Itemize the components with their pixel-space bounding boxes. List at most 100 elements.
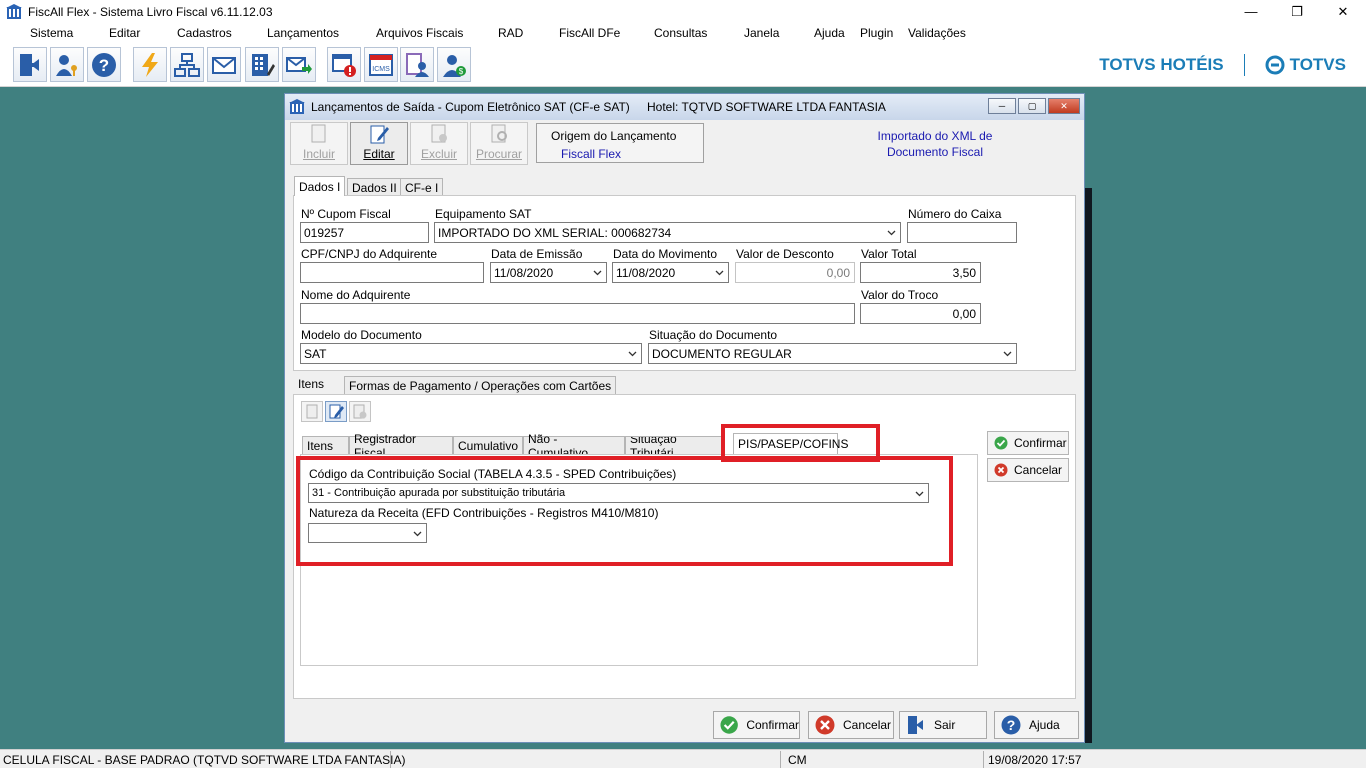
tab-itens-main[interactable]: Itens [294,374,329,394]
item-delete-button[interactable] [349,401,371,422]
procurar-button[interactable]: Procurar [470,122,528,165]
menu-janela[interactable]: Janela [744,26,779,40]
toolbar-mail-button[interactable] [207,47,241,82]
envelope-icon [212,56,236,74]
menu-bar: Sistema Editar Cadastros Lançamentos Arq… [0,23,1366,43]
menu-editar[interactable]: Editar [109,26,140,40]
close-icon[interactable]: ✕ [1320,0,1366,23]
cupom-input[interactable]: 019257 [300,222,429,243]
excluir-label: Excluir [420,147,457,161]
total-label: Valor Total [861,247,917,261]
network-icon [174,52,200,77]
item-delete-icon [353,404,367,419]
modelo-select[interactable]: SAT [300,343,642,364]
dialog-titlebar: Lançamentos de Saída - Cupom Eletrônico … [285,94,1084,120]
tab-item-situacao-tributaria[interactable]: Situação Tributári [625,436,724,454]
sair-button[interactable]: Sair [899,711,987,739]
toolbar-exit-button[interactable] [13,47,47,82]
dialog-maximize-icon[interactable]: ▢ [1018,98,1046,114]
toolbar-users-button[interactable] [50,47,84,82]
situacao-value: DOCUMENTO REGULAR [652,347,792,361]
movimento-label: Data do Movimento [613,247,718,261]
confirmar-button[interactable]: Confirmar [713,711,800,739]
toolbar-calculator-button[interactable] [245,47,279,82]
incluir-button[interactable]: Incluir [290,122,348,165]
nome-input[interactable] [300,303,855,324]
maximize-icon[interactable]: ❐ [1274,0,1320,23]
tab-item-cumulativo[interactable]: Cumulativo [453,436,523,454]
cupom-label: Nº Cupom Fiscal [301,207,391,221]
toolbar-icms-button[interactable]: ICMS [364,47,398,82]
confirmar-label: Confirmar [746,718,799,732]
toolbar-help-button[interactable]: ? [87,47,121,82]
side-confirmar-label: Confirmar [1014,436,1067,450]
toolbar-user-doc-button[interactable] [400,47,434,82]
troco-label: Valor do Troco [861,288,939,302]
cancel-icon [994,463,1008,477]
situacao-select[interactable]: DOCUMENTO REGULAR [648,343,1017,364]
toolbar-network-button[interactable] [170,47,204,82]
send-mail-icon [286,56,312,74]
menu-sistema[interactable]: Sistema [30,26,73,40]
toolbar-alert-window-button[interactable] [327,47,361,82]
item-new-button[interactable] [301,401,323,422]
minimize-icon[interactable]: — [1228,0,1274,23]
main-toolbar: ? ICMS $ TOTVS HOTÉIS TOTVS [0,43,1366,87]
movimento-datepicker[interactable]: 11/08/2020 [612,262,729,283]
svg-text:$: $ [459,67,464,76]
status-bar: CELULA FISCAL - BASE PADRAO (TQTVD SOFTW… [0,749,1366,768]
tab-cfe-i[interactable]: CF-e I [400,178,444,196]
side-cancelar-button[interactable]: Cancelar [987,458,1069,482]
editar-button[interactable]: Editar [350,122,408,165]
menu-rad[interactable]: RAD [498,26,523,40]
check-icon [994,436,1008,450]
toolbar-send-mail-button[interactable] [282,47,316,82]
total-input[interactable]: 3,50 [860,262,981,283]
desconto-input[interactable]: 0,00 [735,262,855,283]
menu-ajuda[interactable]: Ajuda [814,26,845,40]
new-document-icon [311,124,326,143]
tab-dados-ii[interactable]: Dados II [347,178,402,196]
cpf-input[interactable] [300,262,484,283]
troco-input[interactable]: 0,00 [860,303,981,324]
dialog-minimize-icon[interactable]: ─ [988,98,1016,114]
movimento-value: 11/08/2020 [616,266,676,280]
app-titlebar: FiscAll Flex - Sistema Livro Fiscal v6.1… [0,0,1366,23]
menu-lancamentos[interactable]: Lançamentos [267,26,339,40]
emissao-datepicker[interactable]: 11/08/2020 [490,262,607,283]
menu-fiscall-dfe[interactable]: FiscAll DFe [559,26,620,40]
toolbar-lightning-button[interactable] [133,47,167,82]
equip-select[interactable]: IMPORTADO DO XML SERIAL: 000682734 [434,222,901,243]
tab-item-itens[interactable]: Itens [302,436,349,454]
side-confirmar-button[interactable]: Confirmar [987,431,1069,455]
origem-value: Fiscall Flex [561,147,622,161]
tab-item-pis-pasep-cofins[interactable]: PIS/PASEP/COFINS [733,433,848,454]
dialog-title: Lançamentos de Saída - Cupom Eletrônico … [311,100,630,114]
tab-formas-pagamento[interactable]: Formas de Pagamento / Operações com Cart… [344,376,617,394]
tab-dados-i[interactable]: Dados I [294,176,346,196]
menu-cadastros[interactable]: Cadastros [177,26,232,40]
menu-consultas[interactable]: Consultas [654,26,707,40]
menu-arquivos-fiscais[interactable]: Arquivos Fiscais [376,26,463,40]
modelo-value: SAT [304,347,327,361]
dialog-close-icon[interactable]: ✕ [1048,98,1080,114]
tab-item-nao-cumulativo[interactable]: Não - Cumulativo [523,432,625,460]
cancelar-button[interactable]: Cancelar [808,711,894,739]
excluir-button[interactable]: Excluir [410,122,468,165]
dialog-building-icon [289,99,305,114]
window-alert-icon [332,53,356,77]
modelo-label: Modelo do Documento [301,328,422,342]
caixa-input[interactable] [907,222,1017,243]
menu-validacoes[interactable]: Validações [908,26,966,40]
exit-door-icon [20,53,39,76]
menu-plugin[interactable]: Plugin [860,26,893,40]
tab-item-registrador[interactable]: Registrador Fiscal [349,432,453,460]
procurar-label: Procurar [475,147,522,161]
edit-document-icon [370,125,389,144]
item-edit-button[interactable] [325,401,347,422]
search-document-icon [491,124,507,143]
totvs-circle-icon [1265,55,1285,75]
lightning-icon [142,52,158,77]
ajuda-button[interactable]: ? Ajuda [994,711,1079,739]
toolbar-user-money-button[interactable]: $ [437,47,471,82]
